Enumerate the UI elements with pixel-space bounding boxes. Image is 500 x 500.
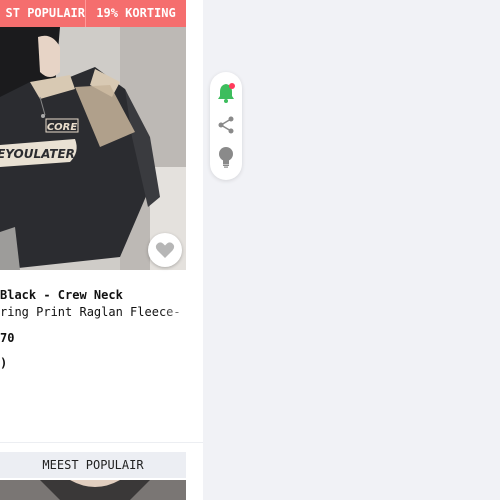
notification-bell-icon [218, 83, 235, 103]
product-price-secondary: ) [0, 356, 8, 370]
floating-action-bar [210, 72, 242, 180]
product-title[interactable]: Black - Crew Neck ring Print Raglan Flee… [0, 287, 200, 321]
wishlist-button[interactable] [148, 233, 182, 267]
next-card-popular-badge: MEEST POPULAIR [0, 452, 186, 478]
product-price: 70 [0, 331, 15, 345]
photo-slogan-text: EYOULATER [0, 147, 75, 161]
lightbulb-icon [219, 147, 233, 168]
product-title-line1: Black - Crew Neck [0, 288, 123, 302]
product-title-line2: ring Print Raglan Fleece- [0, 305, 181, 319]
popular-badge: ST POPULAIR [0, 0, 85, 27]
heart-icon [155, 242, 175, 258]
next-product-photo-illustration [0, 480, 186, 500]
product-card[interactable]: ST POPULAIR 19% KORTING CORE EYOULATER B… [0, 0, 203, 500]
card-divider [0, 442, 203, 443]
title-fade [160, 304, 200, 321]
notification-button[interactable] [214, 81, 238, 105]
badge-row: ST POPULAIR 19% KORTING [0, 0, 186, 27]
share-icon [218, 116, 234, 134]
next-product-image[interactable] [0, 480, 186, 500]
photo-core-text: CORE [47, 122, 78, 133]
tips-button[interactable] [214, 145, 238, 169]
discount-badge: 19% KORTING [85, 0, 186, 27]
share-button[interactable] [214, 113, 238, 137]
